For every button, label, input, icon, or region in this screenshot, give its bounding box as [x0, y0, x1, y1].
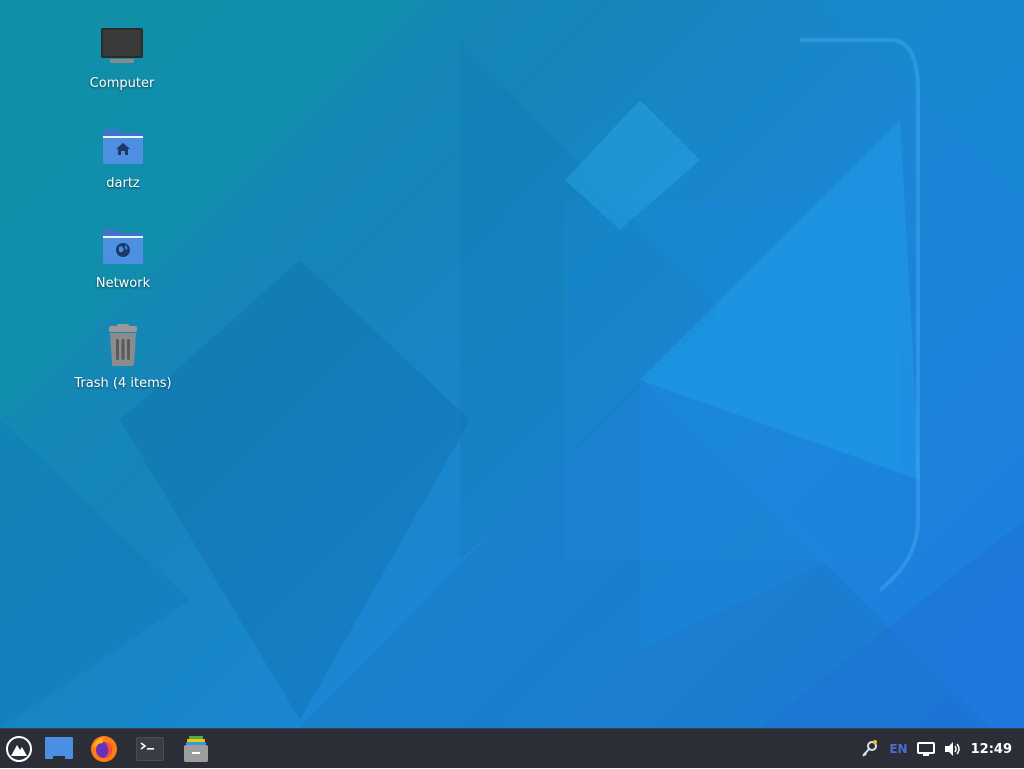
desktop-icon-trash[interactable]: Trash (4 items): [68, 322, 178, 391]
desktop-icon-computer[interactable]: Computer: [67, 22, 177, 91]
taskbar: EN 12:49: [0, 728, 1024, 768]
desktop-icon-label: Computer: [89, 76, 155, 91]
desktop-icon: [45, 737, 73, 761]
file-manager-icon: [184, 736, 208, 762]
volume-tray-button[interactable]: [944, 741, 962, 757]
network-key-icon: [862, 740, 878, 757]
desktop-icon-label: Network: [95, 276, 151, 291]
clock[interactable]: 12:49: [971, 742, 1015, 757]
desktop-icon-network[interactable]: Network: [68, 222, 178, 291]
desktop-icon-label: dartz: [106, 176, 140, 191]
desktop-icon-home[interactable]: dartz: [68, 122, 178, 191]
system-tray: EN 12:49: [860, 729, 1024, 769]
keyboard-layout-label: EN: [889, 742, 908, 756]
firefox-icon: [91, 736, 117, 762]
keyboard-layout-button[interactable]: EN: [889, 742, 907, 756]
trash-icon: [99, 322, 147, 370]
app-menu-button[interactable]: [0, 731, 38, 767]
file-manager-button[interactable]: [177, 731, 215, 767]
terminal-button[interactable]: [131, 731, 169, 767]
volume-icon: [944, 742, 960, 756]
home-folder-icon: [99, 122, 147, 170]
clock-label: 12:49: [970, 741, 1012, 757]
desktop[interactable]: Computer dartz Network Trash (4 items): [0, 0, 1024, 728]
network-tray-button[interactable]: [860, 739, 880, 759]
terminal-icon: [136, 737, 164, 761]
show-desktop-button[interactable]: [40, 731, 78, 767]
desktop-icon-label: Trash (4 items): [74, 376, 172, 391]
network-folder-icon: [99, 222, 147, 270]
display-icon: [916, 742, 935, 756]
display-tray-button[interactable]: [916, 741, 935, 757]
manjaro-logo-icon: [6, 736, 32, 762]
firefox-button[interactable]: [85, 731, 123, 767]
computer-icon: [98, 22, 146, 70]
